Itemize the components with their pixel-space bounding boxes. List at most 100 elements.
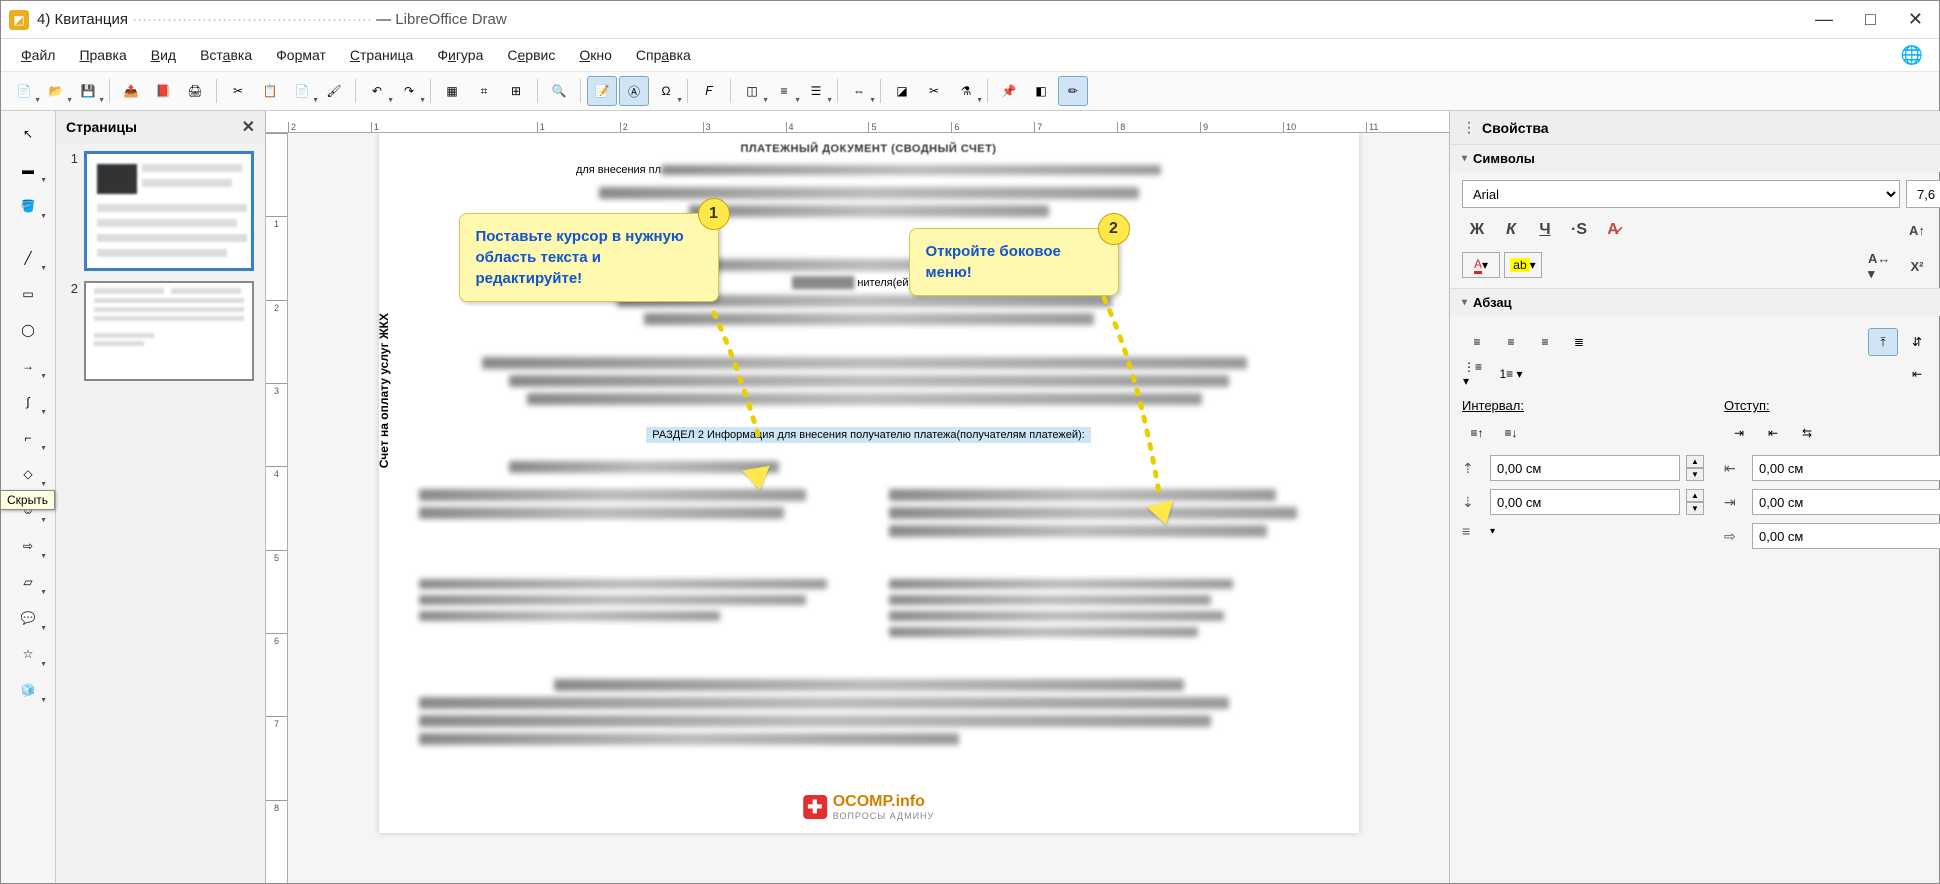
clear-format-button[interactable]: A̷ <box>1598 216 1628 244</box>
font-size-select[interactable]: 7,6 <box>1906 180 1940 208</box>
export-button[interactable]: 📤 <box>116 76 146 106</box>
3d-tool[interactable]: 🧊▼ <box>7 673 49 707</box>
filter-button[interactable]: ⚗▼ <box>951 76 981 106</box>
open-button[interactable]: 📂▼ <box>41 76 71 106</box>
fill-color-tool[interactable]: 🪣▼ <box>7 189 49 223</box>
save-button[interactable]: 💾▼ <box>73 76 103 106</box>
connector-tool[interactable]: ⌐▼ <box>7 421 49 455</box>
canvas-scroll[interactable]: Счет на оплату услуг ЖКХ ПЛАТЕЖНЫЙ ДОКУМ… <box>288 133 1449 883</box>
rectangle-tool[interactable]: ▭ <box>7 277 49 311</box>
menu-insert[interactable]: Вставка <box>190 43 262 67</box>
font-color-button[interactable]: A ▾ <box>1462 252 1500 278</box>
clone-format-button[interactable]: 🖌 <box>319 76 349 106</box>
menu-tools[interactable]: Сервис <box>497 43 565 67</box>
section-symbols-header[interactable]: Символы ↗ <box>1450 144 1940 172</box>
menu-help[interactable]: Справка <box>626 43 701 67</box>
indent-inc-button[interactable]: ⇥ <box>1724 419 1754 447</box>
decrease-indent-button[interactable]: ⇤ <box>1902 360 1932 388</box>
increase-font-button[interactable]: A↑ <box>1902 216 1932 244</box>
crop-button[interactable]: ✂ <box>919 76 949 106</box>
glue-button[interactable]: 📌 <box>994 76 1024 106</box>
close-button[interactable]: ✕ <box>1908 9 1923 30</box>
valign-middle-button[interactable]: ⇵ <box>1902 328 1932 356</box>
pages-panel-close[interactable]: ✕ <box>242 117 255 137</box>
vertical-ruler[interactable]: 12345678 <box>266 133 288 883</box>
paste-button[interactable]: 📄▼ <box>287 76 317 106</box>
export-pdf-button[interactable]: 📕 <box>148 76 178 106</box>
callout-tool[interactable]: 💬▼ <box>7 601 49 635</box>
toggle-extrusion-button[interactable]: ◧ <box>1026 76 1056 106</box>
indent-first-input[interactable] <box>1752 523 1940 549</box>
block-arrows-tool[interactable]: ⇨▼ <box>7 529 49 563</box>
highlight-color-button[interactable]: ab ▾ <box>1504 252 1542 278</box>
number-list-button[interactable]: 1≡ ▾ <box>1496 360 1526 388</box>
draw-functions-button[interactable]: ✏ <box>1058 76 1088 106</box>
spacing-above-input[interactable] <box>1490 455 1680 481</box>
align-center-button[interactable]: ≡ <box>1496 328 1526 356</box>
page-thumb-1[interactable]: 1 <box>64 151 257 271</box>
undo-button[interactable]: ↶▼ <box>362 76 392 106</box>
menu-window[interactable]: Окно <box>569 43 622 67</box>
align-button[interactable]: ≡▼ <box>769 76 799 106</box>
char-spacing-button[interactable]: A↔ ▾ <box>1868 252 1898 280</box>
vertical-text-button[interactable]: Ⓐ <box>619 76 649 106</box>
arrange-button[interactable]: ☰▼ <box>801 76 831 106</box>
document-page[interactable]: Счет на оплату услуг ЖКХ ПЛАТЕЖНЫЙ ДОКУМ… <box>379 133 1359 833</box>
print-button[interactable]: 🖨 <box>180 76 210 106</box>
indent-after-input[interactable] <box>1752 489 1940 515</box>
line-tool[interactable]: ╱▼ <box>7 241 49 275</box>
menu-format[interactable]: Формат <box>266 43 336 67</box>
distribute-button[interactable]: ⇔▼ <box>844 76 874 106</box>
indent-dec-button[interactable]: ⇤ <box>1758 419 1788 447</box>
menu-edit[interactable]: Правка <box>69 43 136 67</box>
zoom-button[interactable]: 🔍 <box>544 76 574 106</box>
align-right-button[interactable]: ≡ <box>1530 328 1560 356</box>
underline-button[interactable]: Ч <box>1530 216 1560 244</box>
ellipse-tool[interactable]: ◯ <box>7 313 49 347</box>
align-left-button[interactable]: ≡ <box>1462 328 1492 356</box>
horizontal-ruler[interactable]: 211234567891011 <box>266 111 1449 133</box>
redo-button[interactable]: ↷▼ <box>394 76 424 106</box>
menu-page[interactable]: Страница <box>340 43 423 67</box>
spacing-decrease-button[interactable]: ≡↓ <box>1496 419 1526 447</box>
menu-shape[interactable]: Фигура <box>427 43 493 67</box>
locale-icon[interactable]: 🌐 <box>1901 45 1929 66</box>
spacing-increase-button[interactable]: ≡↑ <box>1462 419 1492 447</box>
line-color-tool[interactable]: ▬▼ <box>7 153 49 187</box>
fontwork-button[interactable]: 𝐹 <box>694 76 724 106</box>
spacing-below-up[interactable]: ▲ <box>1686 489 1704 502</box>
curve-tool[interactable]: ∫▼ <box>7 385 49 419</box>
spacing-above-up[interactable]: ▲ <box>1686 455 1704 468</box>
special-char-button[interactable]: Ω▼ <box>651 76 681 106</box>
cut-button[interactable]: ✂ <box>223 76 253 106</box>
shadow-button[interactable]: ◪ <box>887 76 917 106</box>
subscript-button[interactable]: X₂ <box>1936 252 1940 280</box>
spacing-below-input[interactable] <box>1490 489 1680 515</box>
textbox-button[interactable]: 📝 <box>587 76 617 106</box>
bold-button[interactable]: Ж <box>1462 216 1492 244</box>
snap-button[interactable]: ⌗ <box>469 76 499 106</box>
align-justify-button[interactable]: ≣ <box>1564 328 1594 356</box>
italic-button[interactable]: К <box>1496 216 1526 244</box>
maximize-button[interactable]: □ <box>1865 9 1876 30</box>
valign-top-button[interactable]: ⤒ <box>1868 328 1898 356</box>
valign-bottom-button[interactable]: ⤓ <box>1936 328 1940 356</box>
increase-indent-button[interactable]: ⇥ <box>1936 360 1940 388</box>
spacing-above-down[interactable]: ▼ <box>1686 468 1704 481</box>
indent-before-input[interactable] <box>1752 455 1940 481</box>
transform-button[interactable]: ◫▼ <box>737 76 767 106</box>
menu-file[interactable]: Файл <box>11 43 65 67</box>
minimize-button[interactable]: — <box>1815 9 1833 30</box>
menu-view[interactable]: Вид <box>141 43 186 67</box>
hanging-indent-button[interactable]: ⇆ <box>1792 419 1822 447</box>
strikethrough-button[interactable]: ·S <box>1564 216 1594 244</box>
arrow-tool[interactable]: →▼ <box>7 349 49 383</box>
decrease-font-button[interactable]: A↓ <box>1936 216 1940 244</box>
section-paragraph-header[interactable]: Абзац ↗ <box>1450 288 1940 316</box>
copy-button[interactable]: 📋 <box>255 76 285 106</box>
flowchart-tool[interactable]: ▱▼ <box>7 565 49 599</box>
select-tool[interactable]: ↖ <box>7 117 49 151</box>
stars-tool[interactable]: ☆▼ <box>7 637 49 671</box>
grid-button[interactable]: ▦ <box>437 76 467 106</box>
new-button[interactable]: 📄▼ <box>9 76 39 106</box>
